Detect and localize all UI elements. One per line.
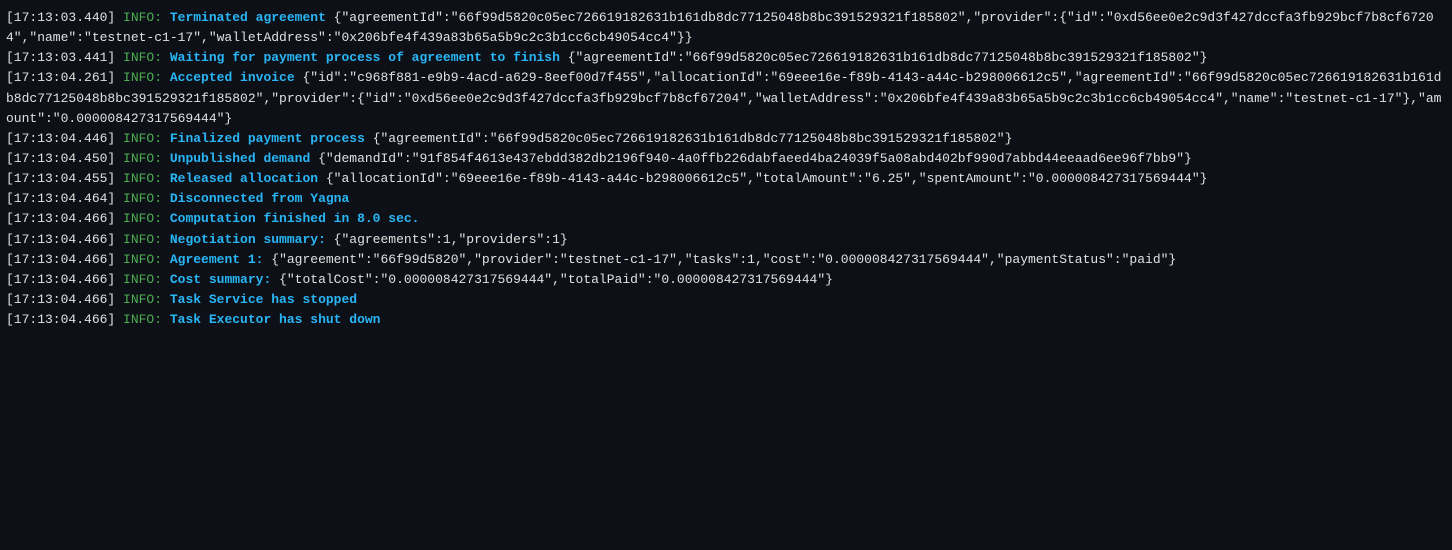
log-timestamp: [17:13:04.464] <box>6 191 123 206</box>
log-message-rest: {"agreements":1,"providers":1} <box>326 232 568 247</box>
log-line: [17:13:04.466] INFO: Agreement 1: {"agre… <box>6 250 1446 270</box>
log-line: [17:13:04.261] INFO: Accepted invoice {"… <box>6 68 1446 128</box>
log-message-rest: {"totalCost":"0.000008427317569444","tot… <box>271 272 833 287</box>
log-timestamp: [17:13:04.466] <box>6 292 123 307</box>
log-timestamp: [17:13:03.441] <box>6 50 123 65</box>
log-level: INFO: <box>123 191 170 206</box>
log-message-highlight: Task Executor has shut down <box>170 312 381 327</box>
log-line: [17:13:04.466] INFO: Task Executor has s… <box>6 310 1446 330</box>
log-message-highlight: Unpublished demand <box>170 151 310 166</box>
log-message-highlight: Disconnected from Yagna <box>170 191 349 206</box>
log-message-rest: {"demandId":"91f854f4613e437ebdd382db219… <box>310 151 1192 166</box>
log-level: INFO: <box>123 171 170 186</box>
log-line: [17:13:03.440] INFO: Terminated agreemen… <box>6 8 1446 48</box>
log-timestamp: [17:13:04.450] <box>6 151 123 166</box>
log-level: INFO: <box>123 232 170 247</box>
log-message-highlight: Terminated agreement <box>170 10 326 25</box>
log-level: INFO: <box>123 131 170 146</box>
log-message-highlight: Accepted invoice <box>170 70 295 85</box>
log-timestamp: [17:13:04.466] <box>6 272 123 287</box>
log-timestamp: [17:13:04.466] <box>6 312 123 327</box>
log-message-highlight: Task Service has stopped <box>170 292 357 307</box>
log-level: INFO: <box>123 252 170 267</box>
log-timestamp: [17:13:04.466] <box>6 232 123 247</box>
log-line: [17:13:04.446] INFO: Finalized payment p… <box>6 129 1446 149</box>
log-line: [17:13:04.450] INFO: Unpublished demand … <box>6 149 1446 169</box>
log-level: INFO: <box>123 272 170 287</box>
log-level: INFO: <box>123 50 170 65</box>
log-message-rest: {"allocationId":"69eee16e-f89b-4143-a44c… <box>318 171 1207 186</box>
log-line: [17:13:04.466] INFO: Cost summary: {"tot… <box>6 270 1446 290</box>
log-level: INFO: <box>123 70 170 85</box>
log-level: INFO: <box>123 292 170 307</box>
log-message-highlight: Released allocation <box>170 171 318 186</box>
log-timestamp: [17:13:04.261] <box>6 70 123 85</box>
log-timestamp: [17:13:04.466] <box>6 252 123 267</box>
log-line: [17:13:04.466] INFO: Task Service has st… <box>6 290 1446 310</box>
log-line: [17:13:03.441] INFO: Waiting for payment… <box>6 48 1446 68</box>
log-message-rest: {"agreement":"66f99d5820","provider":"te… <box>263 252 1176 267</box>
log-timestamp: [17:13:04.455] <box>6 171 123 186</box>
log-message-rest: {"agreementId":"66f99d5820c05ec726619182… <box>560 50 1208 65</box>
log-line: [17:13:04.466] INFO: Computation finishe… <box>6 209 1446 229</box>
log-level: INFO: <box>123 10 170 25</box>
log-message-highlight: Computation finished in 8.0 sec. <box>170 211 420 226</box>
log-message-highlight: Cost summary: <box>170 272 271 287</box>
log-timestamp: [17:13:04.446] <box>6 131 123 146</box>
log-message-highlight: Agreement 1: <box>170 252 264 267</box>
log-line: [17:13:04.464] INFO: Disconnected from Y… <box>6 189 1446 209</box>
log-timestamp: [17:13:04.466] <box>6 211 123 226</box>
log-message-rest: {"agreementId":"66f99d5820c05ec726619182… <box>365 131 1013 146</box>
log-line: [17:13:04.466] INFO: Negotiation summary… <box>6 230 1446 250</box>
log-message-highlight: Finalized payment process <box>170 131 365 146</box>
log-level: INFO: <box>123 211 170 226</box>
log-message-highlight: Negotiation summary: <box>170 232 326 247</box>
log-line: [17:13:04.455] INFO: Released allocation… <box>6 169 1446 189</box>
log-level: INFO: <box>123 312 170 327</box>
log-timestamp: [17:13:03.440] <box>6 10 123 25</box>
log-level: INFO: <box>123 151 170 166</box>
terminal-output: [17:13:03.440] INFO: Terminated agreemen… <box>0 0 1452 550</box>
log-message-highlight: Waiting for payment process of agreement… <box>170 50 560 65</box>
